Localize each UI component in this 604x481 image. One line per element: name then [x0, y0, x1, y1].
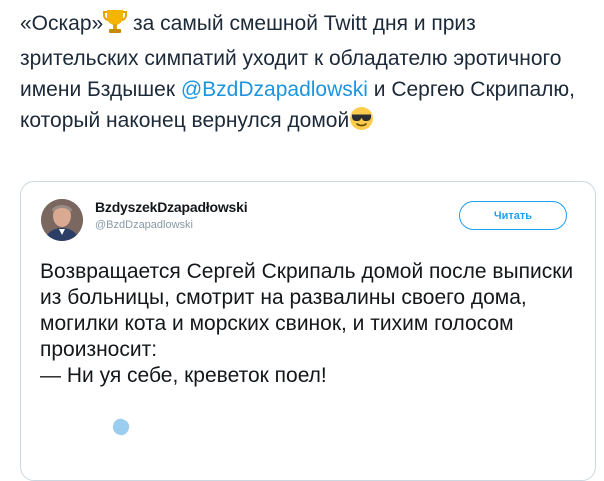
tweet-text: «Оскар» за самый смешной Twitt дня и при…: [20, 8, 595, 140]
quoted-tweet-card[interactable]: BzdyszekDzapadłowski @BzdDzapadlowski Чи…: [20, 181, 596, 481]
follow-button[interactable]: Читать: [459, 201, 567, 230]
trophy-icon: [103, 8, 128, 43]
quoted-tweet-text: Возвращается Сергей Скрипаль домой после…: [40, 260, 574, 387]
sunglasses-face-icon: [349, 106, 374, 140]
censor-blob-icon: [110, 416, 132, 438]
user-handle[interactable]: @BzdDzapadlowski: [95, 219, 193, 231]
display-name[interactable]: BzdyszekDzapadłowski: [95, 199, 248, 215]
mention-link[interactable]: @BzdDzapadlowski: [181, 78, 368, 101]
tweet-text-part1: «Оскар»: [20, 12, 104, 35]
avatar[interactable]: [41, 199, 83, 241]
